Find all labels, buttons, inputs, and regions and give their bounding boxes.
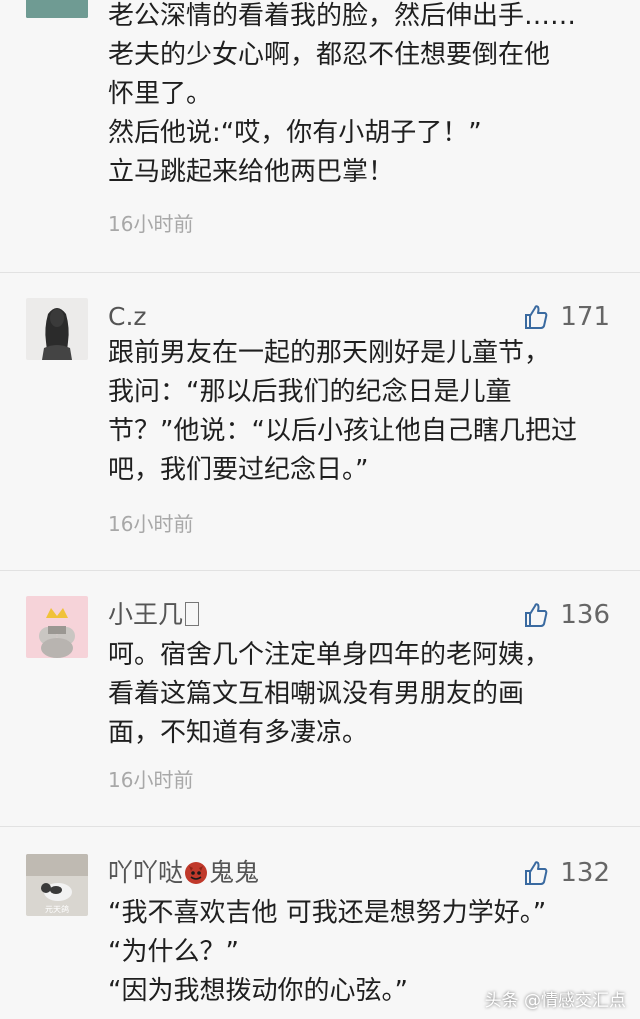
username[interactable]: C.z bbox=[108, 302, 147, 332]
comment-timestamp: 16小时前 bbox=[108, 768, 194, 792]
comment-line: 跟前男友在一起的那天刚好是儿童节， bbox=[108, 338, 551, 368]
comment-line: 老夫的少女心啊，都忍不住想要倒在他 bbox=[108, 40, 551, 70]
divider bbox=[0, 272, 640, 273]
thumbs-up-icon bbox=[525, 603, 548, 627]
avatar[interactable]: 元天鸽 bbox=[26, 854, 88, 916]
username-text: 吖吖哒 bbox=[108, 858, 184, 887]
comment-line: “我不喜欢吉他 可我还是想努力学好。” bbox=[108, 898, 547, 928]
comment-line: 呵。宿舍几个注定单身四年的老阿姨， bbox=[108, 640, 551, 670]
username-text: 鬼鬼 bbox=[209, 858, 260, 887]
avatar-caption: 元天鸽 bbox=[45, 904, 69, 914]
comment-line: “为什么？” bbox=[108, 937, 239, 967]
comment-line: 怀里了。 bbox=[108, 79, 213, 109]
comment-timestamp: 16小时前 bbox=[108, 212, 194, 236]
comment-feed: 老公深情的看着我的脸，然后伸出手…… 老夫的少女心啊，都忍不住想要倒在他 怀里了… bbox=[0, 0, 640, 1019]
comment-line: 节？”他说：“以后小孩让他自己瞎几把过 bbox=[108, 416, 577, 446]
avatar[interactable] bbox=[26, 0, 88, 18]
divider bbox=[0, 826, 640, 827]
comment-line: 我问：“那以后我们的纪念日是儿童 bbox=[108, 377, 512, 407]
comment-line: 吧，我们要过纪念日。” bbox=[108, 455, 369, 485]
comment-line: 老公深情的看着我的脸，然后伸出手…… bbox=[108, 1, 577, 31]
like-count: 136 bbox=[560, 600, 610, 630]
like-button[interactable]: 171 bbox=[524, 300, 610, 334]
comment-item: 老公深情的看着我的脸，然后伸出手…… 老夫的少女心啊，都忍不住想要倒在他 怀里了… bbox=[0, 0, 640, 258]
divider bbox=[0, 570, 640, 571]
thumbs-up-icon bbox=[525, 305, 548, 329]
username[interactable]: 小王几 bbox=[108, 600, 200, 630]
like-button[interactable]: 132 bbox=[524, 856, 610, 890]
username[interactable]: 吖吖哒 鬼鬼 bbox=[108, 858, 259, 888]
comment-body: 跟前男友在一起的那天刚好是儿童节， 我问：“那以后我们的纪念日是儿童 节？”他说… bbox=[108, 334, 618, 490]
watermark: 头条 @情感交汇点 bbox=[484, 991, 626, 1011]
avatar[interactable] bbox=[26, 298, 88, 360]
comment-item: C.z 171 跟前男友在一起的那天刚好是儿童节， 我问：“那以后我们的纪念日是… bbox=[0, 290, 640, 550]
like-count: 171 bbox=[560, 302, 610, 332]
comment-line: 看着这篇文互相嘲讽没有男朋友的画 bbox=[108, 679, 525, 709]
comment-line: 立马跳起来给他两巴掌！ bbox=[108, 157, 395, 187]
comment-line: 然后他说:“哎，你有小胡子了！” bbox=[108, 118, 482, 148]
like-button[interactable]: 136 bbox=[524, 598, 610, 632]
devil-face-emoji-icon bbox=[185, 862, 208, 884]
comment-body: 老公深情的看着我的脸，然后伸出手…… 老夫的少女心啊，都忍不住想要倒在他 怀里了… bbox=[108, 0, 618, 192]
comment-body: 呵。宿舍几个注定单身四年的老阿姨， 看着这篇文互相嘲讽没有男朋友的画 面，不知道… bbox=[108, 636, 618, 753]
missing-glyph-icon bbox=[185, 602, 200, 626]
avatar[interactable] bbox=[26, 596, 88, 658]
thumbs-up-icon bbox=[525, 861, 548, 885]
comment-line: 面，不知道有多凄凉。 bbox=[108, 718, 369, 748]
like-count: 132 bbox=[560, 858, 610, 888]
comment-item: 小王几 136 呵。宿舍几个注定单身四年的老阿姨， 看着这篇文互相嘲讽没有男朋友… bbox=[0, 588, 640, 806]
comment-timestamp: 16小时前 bbox=[108, 512, 194, 536]
username-text: 小王几 bbox=[108, 600, 184, 629]
